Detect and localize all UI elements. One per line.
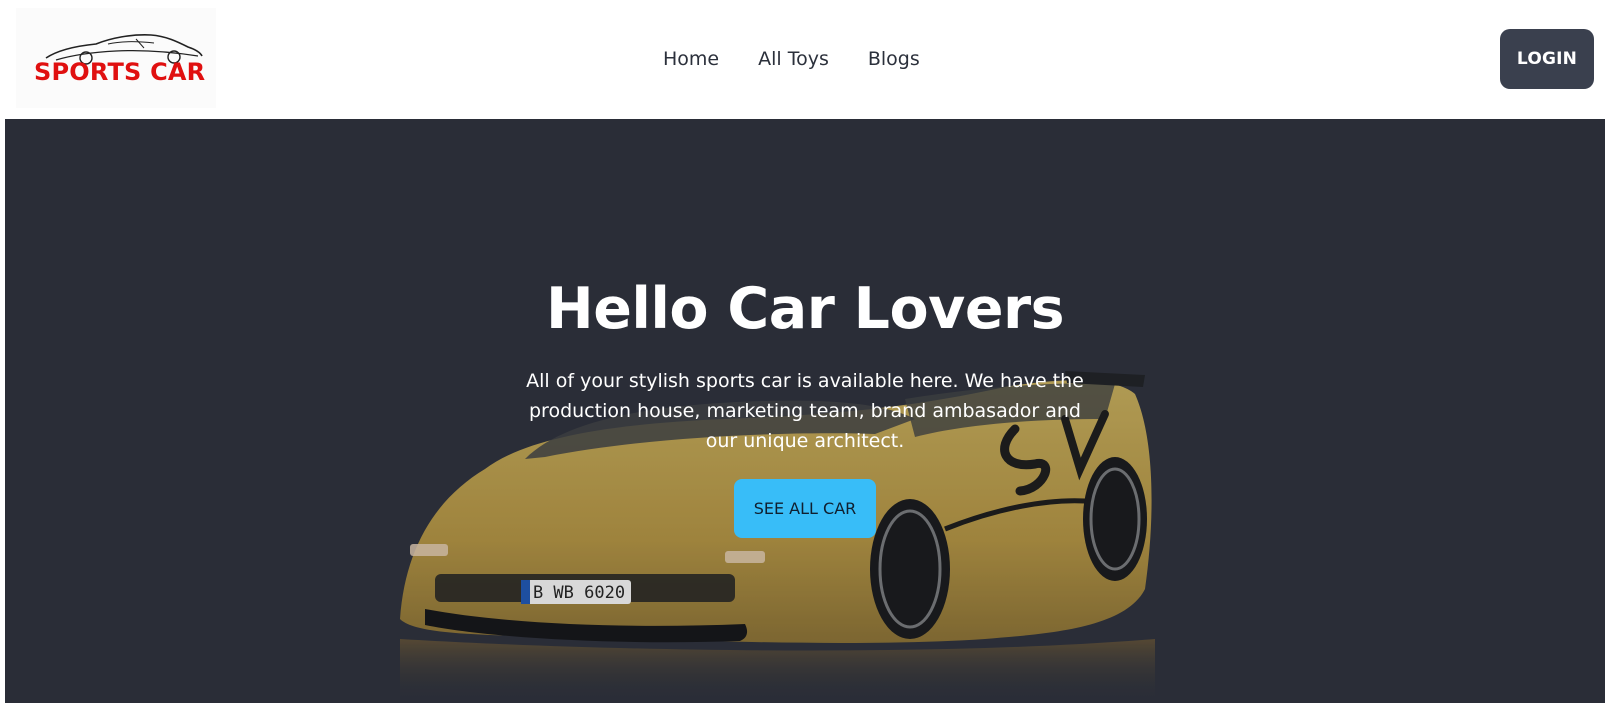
- license-plate-text: B WB 6020: [533, 583, 625, 603]
- hero-title: Hello Car Lovers: [545, 276, 1065, 342]
- nav-link-all-toys[interactable]: All Toys: [758, 44, 829, 74]
- brand-logo[interactable]: SPORTS CAR: [16, 8, 216, 108]
- hero-description: All of your stylish sports car is availa…: [526, 370, 1084, 452]
- login-button[interactable]: LOGIN: [1500, 29, 1594, 89]
- nav-link-blogs[interactable]: Blogs: [868, 44, 920, 74]
- navbar: SPORTS CAR Home All Toys Blogs LOGIN: [0, 0, 1610, 119]
- see-all-car-button[interactable]: SEE ALL CAR: [734, 479, 876, 538]
- main-nav: Home All Toys Blogs: [663, 44, 920, 74]
- hero-banner: B WB 6020 Hello Car Lovers All of your s…: [5, 119, 1605, 703]
- nav-link-home[interactable]: Home: [663, 44, 719, 74]
- logo-text: SPORTS CAR: [34, 58, 206, 86]
